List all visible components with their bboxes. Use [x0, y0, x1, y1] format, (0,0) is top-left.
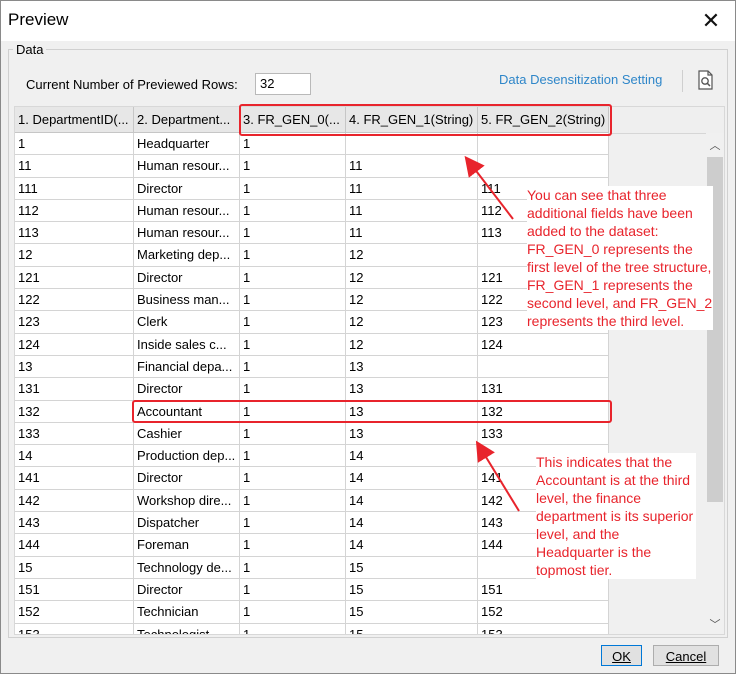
ok-button-label: OK [612, 649, 631, 664]
cancel-button[interactable]: Cancel [653, 645, 719, 666]
cancel-button-label: Cancel [665, 649, 707, 664]
ok-button[interactable]: OK [601, 645, 642, 666]
preview-dialog: Preview ✕ Data Current Number of Preview… [0, 0, 736, 674]
annotation-new-fields: You can see that three additional fields… [527, 186, 713, 330]
arrow-to-headers [464, 155, 514, 220]
annotation-accountant: This indicates that the Accountant is at… [536, 453, 696, 579]
arrow-to-accountant [475, 440, 520, 512]
